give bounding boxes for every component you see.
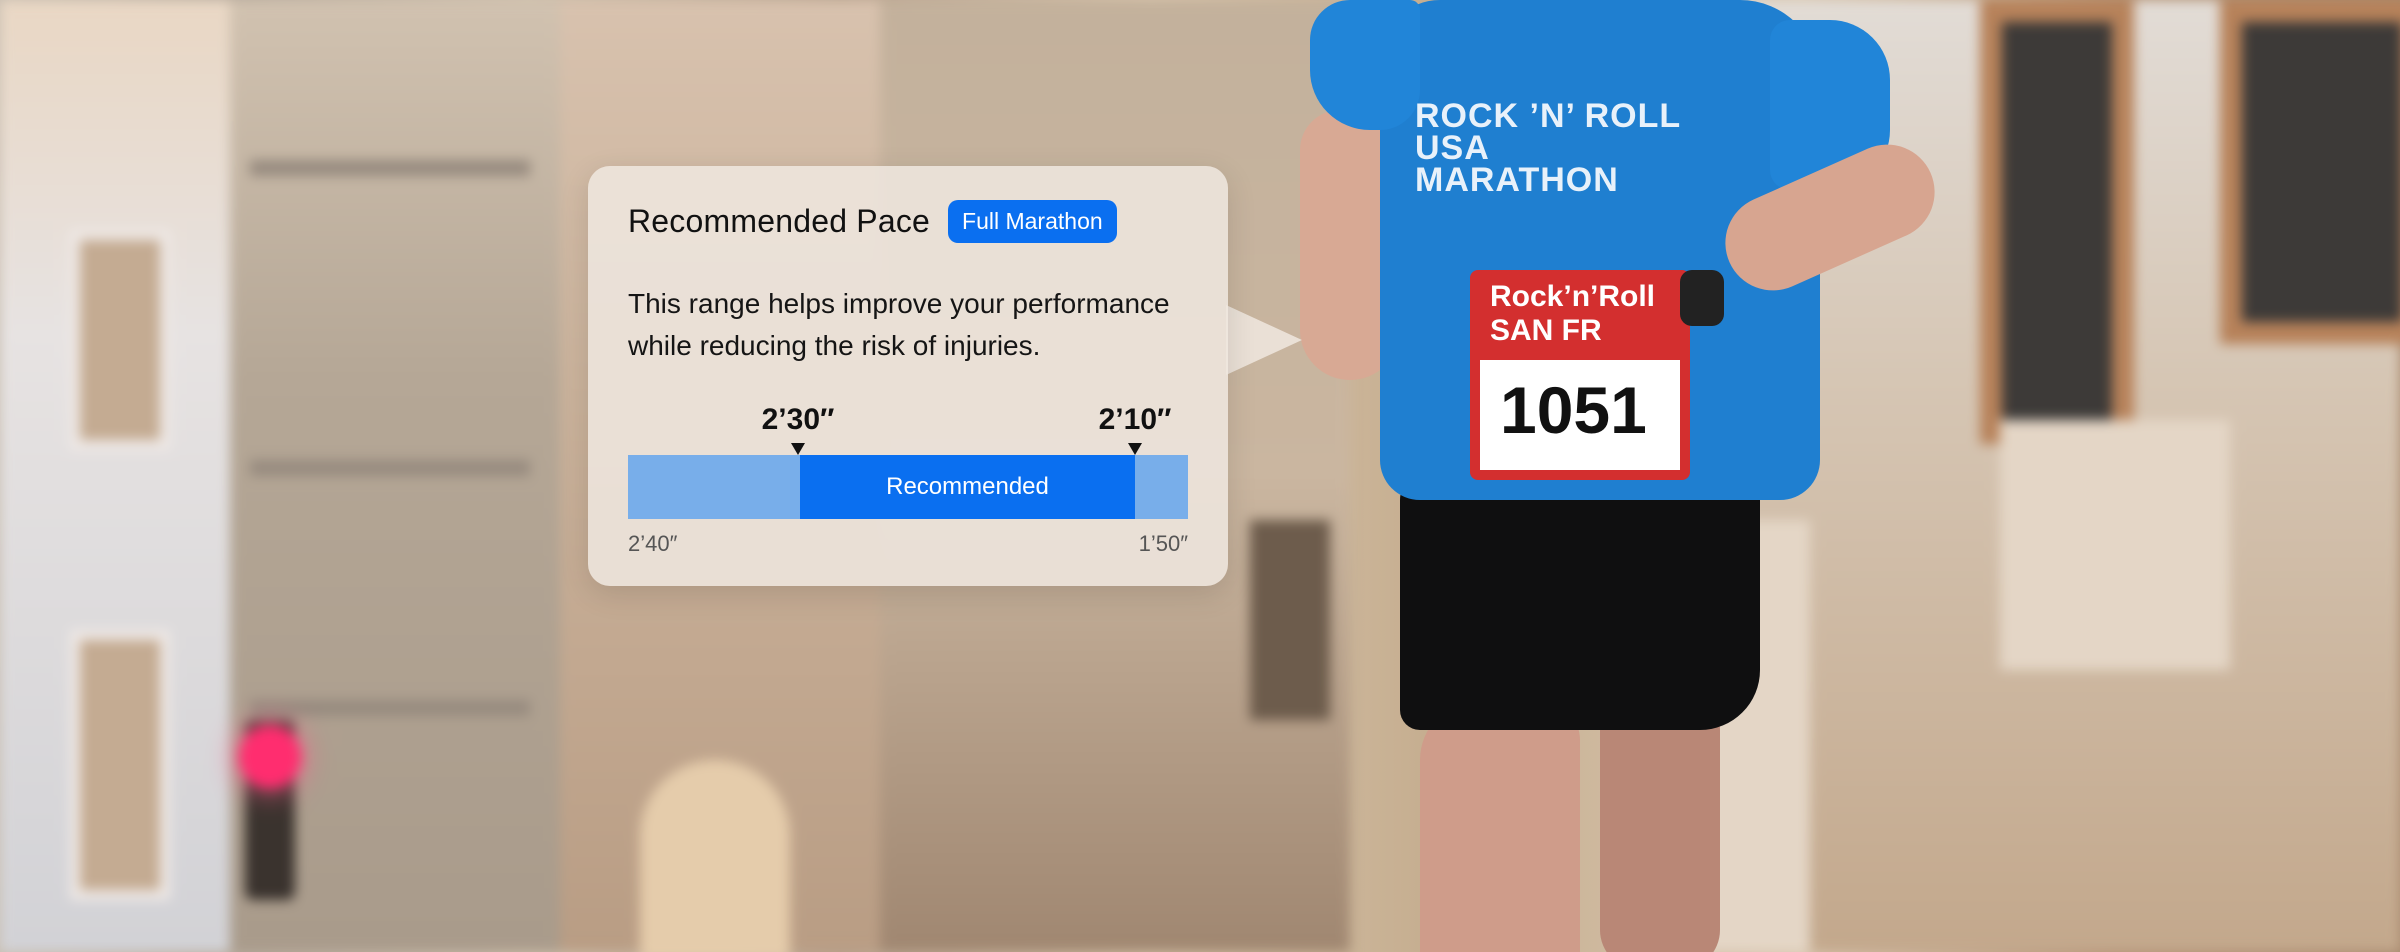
traffic-light bbox=[239, 720, 301, 900]
range-track-slow bbox=[628, 455, 800, 519]
popover-header: Recommended Pace Full Marathon bbox=[628, 200, 1188, 243]
down-arrow-icon bbox=[791, 443, 805, 455]
balcony-stripe bbox=[250, 160, 530, 176]
popover-description: This range helps improve your performanc… bbox=[628, 288, 1170, 361]
down-arrow-icon bbox=[1128, 443, 1142, 455]
pace-range-bar: Recommended bbox=[628, 455, 1188, 519]
pace-range: 2’30″ 2’10″ Recommended 2’40″ 1’50″ bbox=[628, 403, 1188, 556]
range-min-label: 2’40″ bbox=[628, 531, 678, 556]
shirt-print: ROCK ’N’ ROLL USA MARATHON bbox=[1415, 97, 1681, 199]
range-marker-start-label: 2’30″ bbox=[761, 403, 835, 436]
left-sleeve bbox=[1310, 0, 1420, 130]
left-leg bbox=[1420, 700, 1580, 952]
race-bib: Rock’n’Roll SAN FR 1051 bbox=[1470, 270, 1690, 480]
range-track-fast bbox=[1135, 455, 1188, 519]
balcony-stripe bbox=[250, 700, 530, 716]
window bbox=[70, 230, 170, 450]
wristwatch bbox=[1680, 270, 1724, 326]
window-frame bbox=[2220, 0, 2400, 344]
popover-tail bbox=[1226, 305, 1302, 375]
runner-photo-scene: ROCK ’N’ ROLL USA MARATHON Rock’n’Roll S… bbox=[0, 0, 2400, 952]
recommended-segment: Recommended bbox=[800, 455, 1135, 519]
balcony-stripe bbox=[250, 460, 530, 476]
runner: ROCK ’N’ ROLL USA MARATHON Rock’n’Roll S… bbox=[1300, 0, 1950, 952]
range-max-label: 1’50″ bbox=[1138, 531, 1188, 556]
red-light bbox=[239, 726, 301, 788]
archway bbox=[640, 760, 790, 952]
window-frame bbox=[1980, 0, 2134, 444]
building-left bbox=[0, 0, 230, 952]
recommended-pace-popover: Recommended Pace Full Marathon This rang… bbox=[588, 166, 1228, 586]
range-marker-start: 2’30″ bbox=[738, 403, 858, 455]
running-shorts bbox=[1400, 470, 1760, 730]
bib-number: 1051 bbox=[1500, 373, 1647, 447]
popover-title: Recommended Pace bbox=[628, 203, 931, 239]
window bbox=[70, 630, 170, 900]
range-marker-end-label: 2’10″ bbox=[1098, 403, 1172, 436]
balcony bbox=[2000, 420, 2230, 670]
bib-header: Rock’n’Roll SAN FR bbox=[1480, 280, 1690, 360]
race-type-badge: Full Marathon bbox=[948, 200, 1117, 243]
range-marker-end: 2’10″ bbox=[1075, 403, 1195, 455]
